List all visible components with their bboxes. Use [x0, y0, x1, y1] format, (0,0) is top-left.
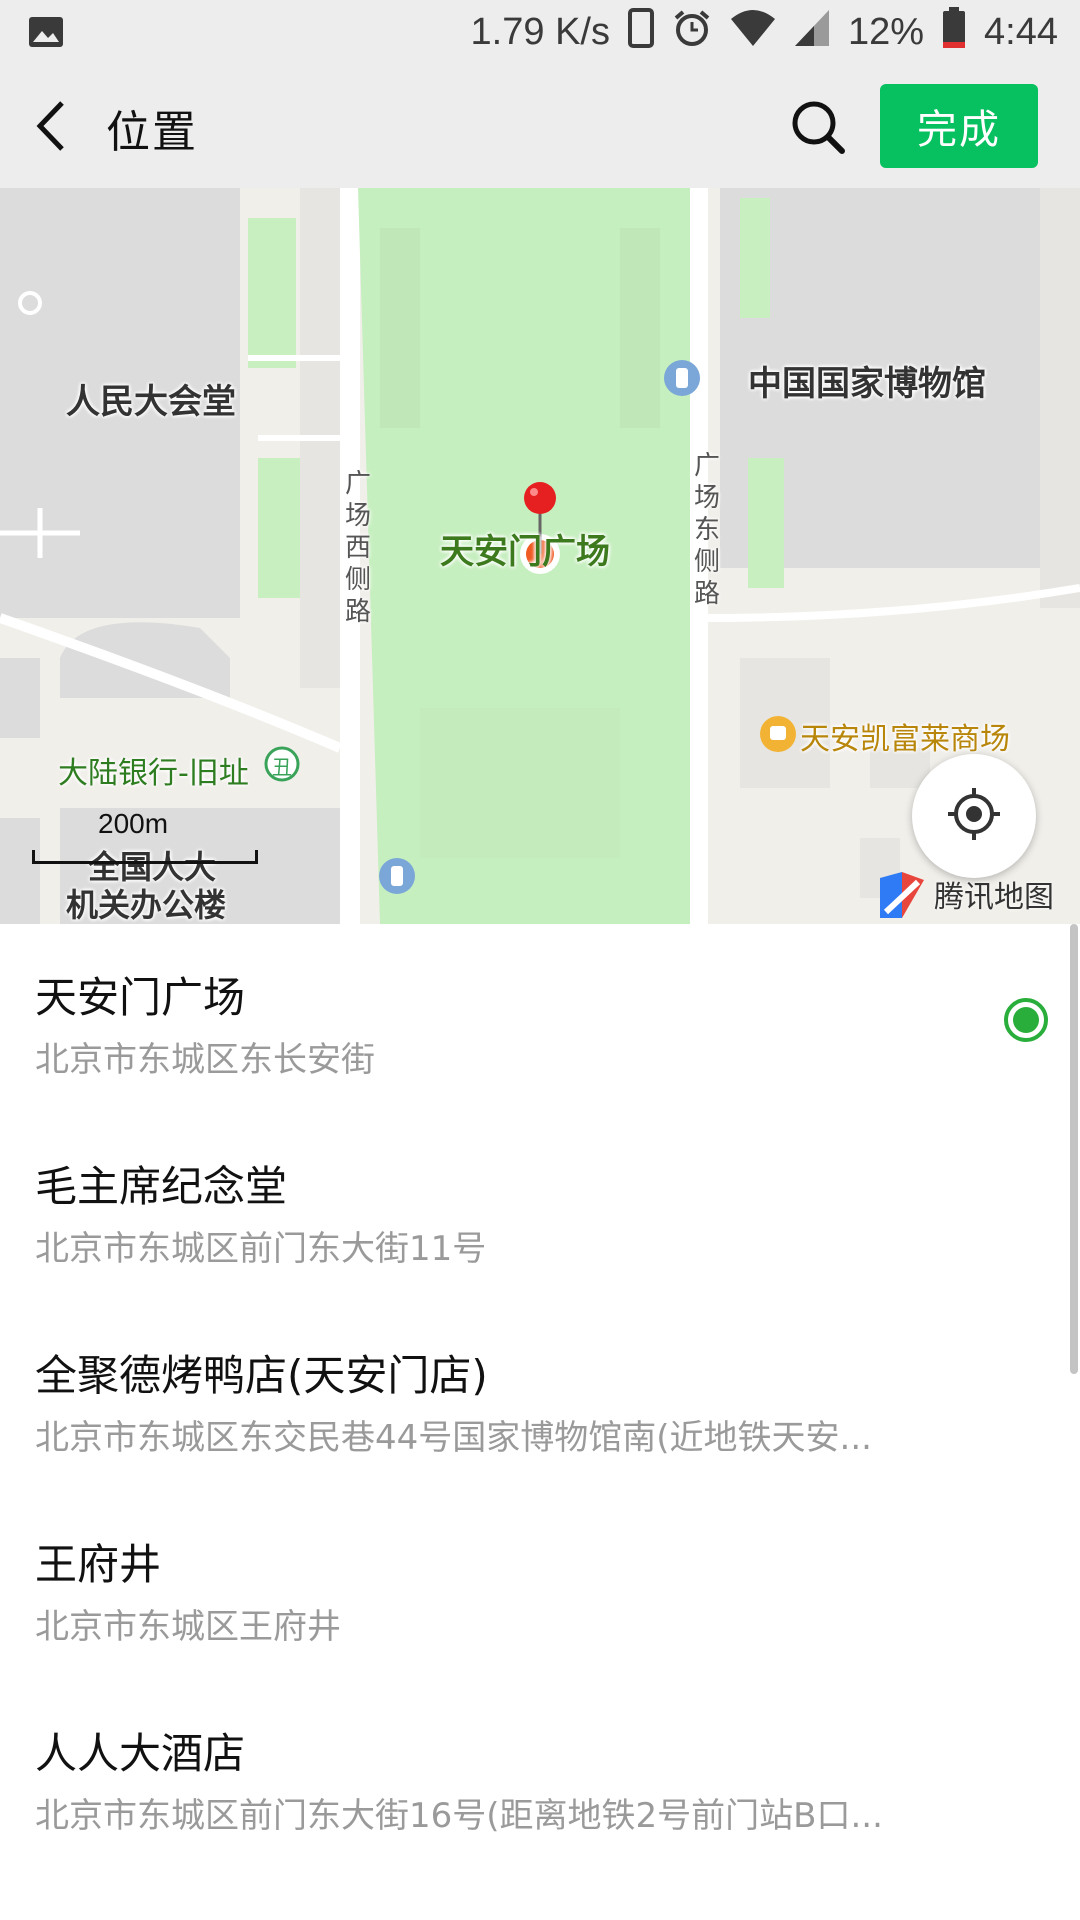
location-address: 北京市东城区前门东大街11号 [35, 1229, 487, 1269]
crosshair-icon [946, 786, 1002, 846]
map-scale-bar [32, 850, 258, 864]
location-address: 北京市东城区前门东大街16号(距离地铁2号前门站B口... [35, 1796, 883, 1836]
map-label-square: 天安门广场 [440, 532, 610, 572]
location-name: 天安门广场 [35, 973, 246, 1022]
search-icon[interactable] [790, 99, 846, 155]
location-item[interactable]: 毛主席纪念堂 北京市东城区前门东大街11号 [0, 1113, 1080, 1302]
location-address: 北京市东城区东长安街 [35, 1040, 375, 1080]
tencent-map-logo-icon [874, 868, 930, 924]
location-name: 王府井 [35, 1540, 162, 1589]
map-label-national-museum: 中国国家博物馆 [748, 364, 986, 404]
location-name: 人人大酒店 [35, 1729, 246, 1778]
location-name: 全聚德烤鸭店(天安门店) [35, 1351, 488, 1400]
map-scale-label: 200m [98, 808, 169, 839]
map-label-east-road: 广场东侧路 [693, 451, 720, 609]
map-label-great-hall: 人民大会堂 [66, 382, 236, 422]
done-button[interactable]: 完成 [880, 84, 1038, 168]
location-name: 毛主席纪念堂 [35, 1162, 288, 1211]
signal-icon [794, 9, 830, 56]
location-list[interactable]: 天安门广场 北京市东城区东长安街 毛主席纪念堂 北京市东城区前门东大街11号 全… [0, 924, 1080, 1920]
wifi-icon [730, 9, 776, 56]
location-item[interactable]: 王府井 北京市东城区王府井 [0, 1491, 1080, 1680]
title-bar: 位置 完成 [0, 64, 1080, 188]
location-address: 北京市东城区东交民巷44号国家博物馆南(近地铁天安... [35, 1418, 872, 1458]
map-label-west-road: 广场西侧路 [344, 469, 371, 627]
phone-icon [627, 7, 654, 57]
map-view[interactable]: 丑 人民大会堂 中国国家博物馆 天安门广场 广场西侧路 广场东侧路 天安凯富莱商… [0, 188, 1080, 924]
location-item[interactable]: 人人大酒店 北京市东城区前门东大街16号(距离地铁2号前门站B口... [0, 1680, 1080, 1869]
map-label-mall: 天安凯富莱商场 [800, 722, 1010, 757]
location-item-selected[interactable]: 天安门广场 北京市东城区东长安街 [0, 924, 1080, 1113]
selected-check-icon [1004, 998, 1048, 1042]
locate-me-button[interactable] [912, 754, 1036, 878]
location-address: 北京市东城区王府井 [35, 1607, 341, 1647]
image-icon [28, 14, 64, 59]
network-speed: 1.79 K/s [470, 10, 610, 53]
battery-percent: 12% [847, 10, 925, 53]
status-bar: 1.79 K/s 12% 4:44 [0, 0, 1080, 64]
battery-icon [942, 6, 966, 58]
alarm-icon [672, 8, 712, 57]
location-item[interactable]: 全聚德烤鸭店(天安门店) 北京市东城区东交民巷44号国家博物馆南(近地铁天安..… [0, 1302, 1080, 1491]
map-provider-label: 腾讯地图 [934, 880, 1054, 915]
map-label-npc-office-line2: 机关办公楼 [66, 886, 227, 924]
map-label-bank: 大陆银行-旧址 [58, 756, 249, 791]
svg-text:丑: 丑 [272, 755, 292, 779]
list-scrollbar[interactable] [1070, 924, 1078, 1374]
clock: 4:44 [984, 10, 1058, 53]
page-title: 位置 [106, 107, 198, 158]
back-arrow-icon[interactable] [30, 99, 74, 153]
